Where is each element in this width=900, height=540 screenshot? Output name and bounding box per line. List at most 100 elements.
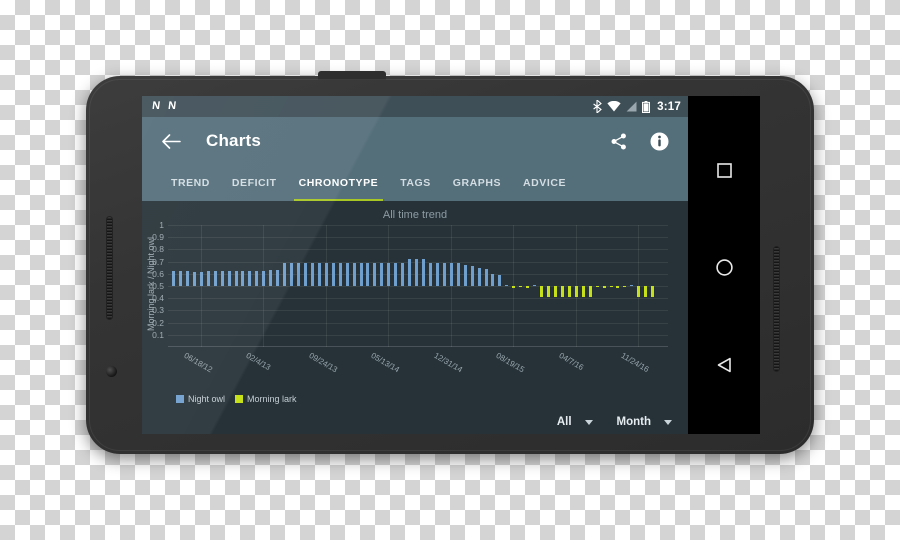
chart-bar-night-owl xyxy=(630,284,634,286)
chart-bar-morning-lark xyxy=(574,286,578,297)
chart-x-axis-ticks: 06/18/12 02/4/13 09/24/13 05/13/14 12/31/14 0… xyxy=(168,347,668,387)
legend-swatch-icon xyxy=(235,395,244,403)
chart-bar-night-owl xyxy=(255,270,259,286)
x-axis-tick-label: 11/24/16 xyxy=(619,351,651,375)
chart-selectors: All Month xyxy=(557,416,672,428)
app-bar-actions xyxy=(608,130,676,152)
chart-bar-morning-lark xyxy=(623,286,627,288)
x-axis-tick-label: 09/24/13 xyxy=(307,351,339,375)
circle-icon xyxy=(715,259,733,277)
tab-label: TREND xyxy=(171,177,210,189)
status-bar-system-icons: 3:17 xyxy=(593,100,681,113)
chart-bar-night-owl xyxy=(310,262,314,286)
triangle-icon xyxy=(717,358,731,373)
chart-bar-night-owl xyxy=(269,270,273,286)
chart-title: All time trend xyxy=(382,209,448,221)
chart-bar-night-owl xyxy=(408,259,412,286)
chart-bar-night-owl xyxy=(435,262,439,286)
chart-bar-morning-lark xyxy=(553,286,557,297)
chart-bar-night-owl xyxy=(373,263,377,286)
chart-bar-morning-lark xyxy=(526,286,530,288)
chart-bar-night-owl xyxy=(317,263,321,286)
chart-bar-night-owl xyxy=(366,263,370,286)
app-content-area: N N 3:17 Charts TREND DEFICIT CHRONOTYPE… xyxy=(142,96,688,434)
chart-bar-night-owl xyxy=(331,262,335,286)
chart-bar-night-owl xyxy=(533,284,537,286)
chart-bar-night-owl xyxy=(206,271,210,286)
chart-bar-night-owl xyxy=(428,262,432,286)
phone-device-frame: N N 3:17 Charts TREND DEFICIT CHRONOTYPE… xyxy=(86,71,814,454)
x-axis-tick-label: 06/18/12 xyxy=(182,351,214,375)
x-axis-tick-label: 02/4/13 xyxy=(244,351,273,373)
share-button[interactable] xyxy=(608,130,630,152)
notification-icon-1: N xyxy=(151,100,161,112)
chart-bar-night-owl xyxy=(213,271,217,286)
chart-bar-night-owl xyxy=(359,262,363,286)
chart-bar-morning-lark xyxy=(512,286,516,288)
phone-top-nub xyxy=(318,71,386,80)
chart-bar-night-owl xyxy=(297,263,300,286)
phone-camera-lens xyxy=(106,366,117,377)
chart-bar-night-owl xyxy=(338,263,342,286)
status-bar-notifications: N N xyxy=(151,100,177,112)
notification-icon-2: N xyxy=(167,100,177,112)
android-navigation-bar xyxy=(688,96,760,434)
chart-bar-night-owl xyxy=(498,275,502,286)
status-bar-clock: 3:17 xyxy=(657,100,681,113)
chart-bar-night-owl xyxy=(456,263,460,286)
chart-bar-night-owl xyxy=(394,262,398,286)
chart-bar-night-owl xyxy=(477,268,481,286)
chart-bar-night-owl xyxy=(401,262,405,286)
chart-bar-night-owl xyxy=(172,271,175,286)
tab-deficit[interactable]: DEFICIT xyxy=(221,165,288,201)
tab-label: ADVICE xyxy=(523,177,567,189)
chart-bar-night-owl xyxy=(387,262,391,286)
page-title: Charts xyxy=(206,131,262,150)
legend-swatch-icon xyxy=(176,395,184,403)
back-arrow-icon xyxy=(161,133,181,149)
chart-bar-morning-lark xyxy=(637,286,641,297)
tab-trend[interactable]: TREND xyxy=(160,165,221,201)
chart-bar-morning-lark xyxy=(616,286,620,288)
y-axis-tick-label: 0.5 xyxy=(152,281,164,291)
tab-chronotype[interactable]: CHRONOTYPE xyxy=(288,165,390,201)
chart-bar-morning-lark xyxy=(595,286,599,288)
chart-bar-night-owl xyxy=(352,263,356,286)
back-navigation-button[interactable] xyxy=(158,128,184,154)
chart-bar-night-owl xyxy=(192,271,196,286)
chart-bar-morning-lark xyxy=(540,286,544,297)
x-axis-tick-label: 04/7/16 xyxy=(557,351,585,373)
x-axis-tick-label: 08/19/15 xyxy=(494,351,526,375)
chart-bar-night-owl xyxy=(415,258,419,286)
chart-bar-morning-lark xyxy=(519,286,523,288)
cellular-signal-icon xyxy=(626,101,637,112)
info-button[interactable] xyxy=(648,130,670,152)
square-icon xyxy=(716,163,732,178)
tab-label: CHRONOTYPE xyxy=(298,177,379,189)
recents-button[interactable] xyxy=(710,157,738,185)
chart-bar-night-owl xyxy=(422,258,425,286)
selector-value: All xyxy=(556,416,572,428)
grouping-selector[interactable]: Month xyxy=(617,416,672,428)
chart-bar-morning-lark xyxy=(567,286,571,297)
tab-graphs[interactable]: GRAPHS xyxy=(442,165,512,201)
chart-bar-night-owl xyxy=(380,263,384,286)
x-axis-tick-label: 05/13/14 xyxy=(369,351,401,375)
chart-bar-night-owl xyxy=(491,274,495,286)
range-selector[interactable]: All xyxy=(557,416,593,428)
tab-advice[interactable]: ADVICE xyxy=(512,165,577,201)
chart-bar-night-owl xyxy=(227,270,231,286)
y-axis-tick-label: 0.4 xyxy=(152,293,164,304)
chart-bar-night-owl xyxy=(484,268,488,286)
chevron-down-icon xyxy=(584,419,593,425)
y-axis-tick-label: 0.9 xyxy=(152,232,164,243)
phone-left-speaker-grill xyxy=(106,216,113,320)
y-axis-tick-label: 1 xyxy=(159,220,164,230)
legend-label: Morning lark xyxy=(247,394,297,404)
back-button[interactable] xyxy=(710,351,738,379)
chart-bar-morning-lark xyxy=(644,286,648,297)
tab-tags[interactable]: TAGS xyxy=(389,165,442,201)
chart-bar-morning-lark xyxy=(651,286,655,297)
home-button[interactable] xyxy=(710,254,738,282)
chart-bar-night-owl xyxy=(449,263,453,286)
